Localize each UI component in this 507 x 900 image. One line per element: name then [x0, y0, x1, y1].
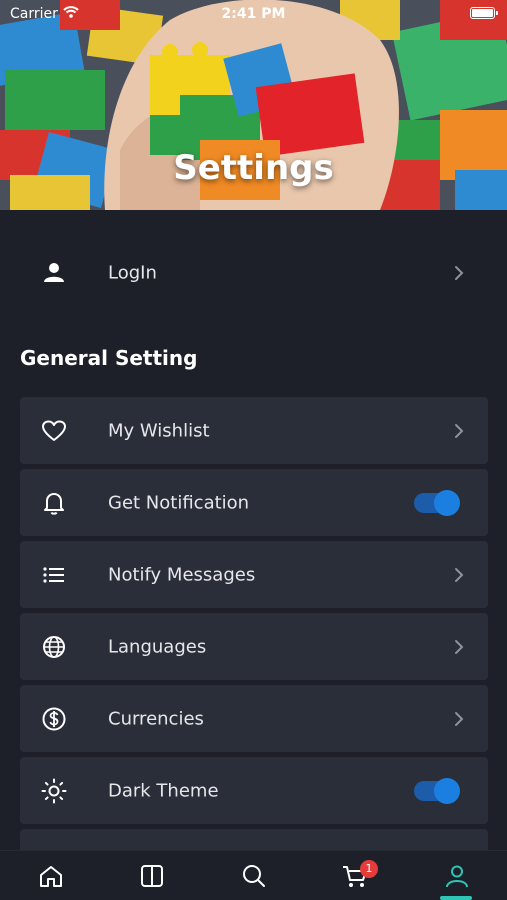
tab-profile[interactable] — [406, 851, 507, 900]
globe-icon — [43, 635, 65, 658]
settings-item-label: Currencies — [108, 708, 204, 729]
header-banner: Settings — [0, 0, 507, 210]
settings-item-label: Notify Messages — [108, 564, 256, 585]
chevron-right-icon — [455, 639, 464, 654]
bell-icon — [44, 492, 64, 515]
settings-item-notify-messages[interactable]: Notify Messages — [20, 541, 488, 608]
settings-item-label: Dark Theme — [108, 780, 219, 801]
chevron-right-icon — [455, 567, 464, 582]
settings-item-currencies[interactable]: Currencies — [20, 685, 488, 752]
active-tab-indicator — [440, 896, 472, 900]
status-bar: Carrier 2:41 PM — [0, 0, 507, 30]
tab-home[interactable] — [0, 851, 101, 900]
settings-content: LogIn General Setting My Wishlist Get No… — [0, 210, 507, 859]
clock: 2:41 PM — [221, 6, 286, 22]
settings-item-label: Get Notification — [108, 492, 250, 513]
chevron-right-icon — [455, 266, 464, 280]
settings-item-notification: Get Notification — [20, 469, 488, 536]
sun-icon — [41, 778, 67, 803]
cart-badge: 1 — [360, 860, 378, 878]
tab-bar: 1 — [0, 850, 507, 900]
settings-list: My Wishlist Get Notification Notify Mess… — [20, 397, 488, 864]
settings-item-dark-theme: Dark Theme — [20, 757, 488, 824]
toggle-knob — [434, 777, 460, 804]
columns-icon — [140, 865, 163, 887]
login-row[interactable]: LogIn — [20, 240, 488, 306]
profile-icon — [445, 865, 468, 888]
tab-categories[interactable] — [101, 851, 202, 900]
toggle-knob — [434, 489, 460, 516]
chevron-right-icon — [455, 423, 464, 438]
settings-item-label: My Wishlist — [108, 420, 210, 441]
login-label: LogIn — [108, 262, 157, 284]
settings-item-wishlist[interactable]: My Wishlist — [20, 397, 488, 464]
battery-icon — [470, 7, 498, 19]
dollar-icon — [42, 707, 66, 730]
notification-toggle[interactable] — [414, 489, 460, 516]
search-icon — [242, 865, 265, 887]
user-icon — [44, 263, 64, 282]
dark-theme-toggle[interactable] — [414, 777, 460, 804]
tab-search[interactable] — [203, 851, 304, 900]
chevron-right-icon — [455, 711, 464, 726]
settings-item-label: Languages — [108, 636, 207, 657]
settings-item-languages[interactable]: Languages — [20, 613, 488, 680]
section-title: General Setting — [20, 346, 198, 370]
list-icon — [43, 566, 64, 583]
home-icon — [39, 866, 62, 887]
tab-cart[interactable]: 1 — [304, 851, 405, 900]
heart-icon — [42, 420, 66, 441]
page-title: Settings — [173, 148, 334, 188]
